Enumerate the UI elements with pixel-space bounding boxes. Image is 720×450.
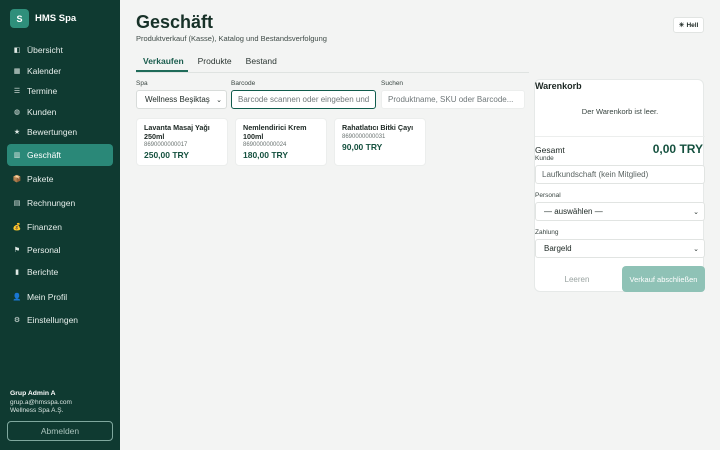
tab-verkaufen[interactable]: Verkaufen bbox=[136, 56, 191, 70]
product-card[interactable]: Nemlendirici Krem 100ml 8690000000024 18… bbox=[235, 118, 327, 166]
barcode-input[interactable]: Barcode scannen oder eingeben und bbox=[231, 90, 376, 109]
staff-select-value: — auswählen — bbox=[544, 207, 603, 216]
sidebar-item-mein-profil[interactable]: 👤 Mein Profil bbox=[7, 287, 113, 307]
sidebar-item-finanzen[interactable]: 💰 Finanzen bbox=[7, 217, 113, 237]
checkout-button[interactable]: Verkauf abschließen bbox=[622, 266, 705, 292]
chevron-down-icon: ⌄ bbox=[693, 245, 699, 253]
package-icon: 📦 bbox=[12, 176, 22, 183]
active-tab-indicator bbox=[136, 70, 188, 72]
cart-title: Warenkorb bbox=[535, 81, 582, 91]
sidebar-item-label: Finanzen bbox=[27, 222, 62, 232]
total-label: Gesamt bbox=[535, 145, 565, 155]
staff-select[interactable]: — auswählen — ⌄ bbox=[535, 202, 705, 221]
product-card[interactable]: Rahatlatıcı Bitki Çayı 8690000000031 90,… bbox=[334, 118, 426, 166]
sidebar-item-label: Kunden bbox=[27, 107, 57, 117]
spa-select-value: Wellness Beşiktaş bbox=[145, 95, 210, 104]
user-email: grup.a@hmsspa.com bbox=[10, 398, 72, 406]
sidebar-item-label: Geschäft bbox=[27, 150, 62, 160]
sidebar-item-label: Bewertungen bbox=[27, 127, 78, 137]
tab-bar: Verkaufen Produkte Bestand bbox=[136, 56, 284, 70]
sidebar-item-rechnungen[interactable]: ▤ Rechnungen bbox=[7, 193, 113, 213]
logout-button[interactable]: Abmelden bbox=[7, 421, 113, 441]
page-title: Geschäft bbox=[136, 12, 214, 32]
chevron-down-icon: ⌄ bbox=[693, 208, 699, 216]
sidebar-item-label: Rechnungen bbox=[27, 198, 76, 208]
sidebar-item-label: Personal bbox=[27, 245, 61, 255]
sidebar-item-label: Kalender bbox=[27, 66, 62, 76]
staff-icon: ⚑ bbox=[13, 247, 21, 254]
gear-icon: ⚙ bbox=[13, 317, 21, 324]
customer-input[interactable]: Laufkundschaft (kein Mitglied) bbox=[535, 165, 705, 184]
sidebar-item-label: Pakete bbox=[27, 174, 54, 184]
total-value: 0,00 TRY bbox=[652, 142, 703, 156]
chevron-down-icon: ⌄ bbox=[216, 96, 222, 104]
sidebar: S HMS Spa ◧ Übersicht ▦ Kalender ☰ Termi… bbox=[0, 0, 120, 450]
sidebar-item-personal[interactable]: ⚑ Personal bbox=[7, 240, 113, 260]
tab-divider bbox=[136, 72, 529, 73]
star-icon: ★ bbox=[13, 129, 21, 136]
overview-icon: ◧ bbox=[13, 47, 21, 54]
sidebar-item-termine[interactable]: ☰ Termine bbox=[7, 81, 113, 101]
profile-icon: 👤 bbox=[12, 294, 22, 301]
clear-cart-button[interactable]: Leeren bbox=[535, 266, 619, 292]
user-company: Wellness Spa A.Ş. bbox=[10, 407, 64, 415]
brand[interactable]: S HMS Spa bbox=[10, 9, 76, 28]
sidebar-item-kalender[interactable]: ▦ Kalender bbox=[7, 61, 113, 81]
sidebar-item-label: Termine bbox=[27, 86, 58, 96]
product-price: 90,00 TRY bbox=[342, 141, 383, 152]
product-name: Nemlendirici Krem 100ml bbox=[243, 123, 307, 141]
sidebar-item-geschaeft[interactable]: ▥ Geschäft bbox=[7, 144, 113, 166]
customers-icon: ◍ bbox=[13, 109, 21, 116]
sidebar-item-uebersicht[interactable]: ◧ Übersicht bbox=[7, 40, 113, 60]
shop-icon: ▥ bbox=[13, 152, 21, 159]
search-input[interactable]: Produktname, SKU oder Barcode... bbox=[381, 90, 525, 109]
product-name: Rahatlatıcı Bitki Çayı bbox=[342, 123, 414, 132]
user-info: Grup Admin A grup.a@hmsspa.com Wellness … bbox=[10, 390, 72, 416]
theme-toggle-button[interactable]: ☀ Hell bbox=[673, 17, 704, 33]
sidebar-item-label: Berichte bbox=[27, 267, 59, 277]
theme-label: Hell bbox=[686, 21, 699, 29]
main-content: Geschäft Produktverkauf (Kasse), Katalog… bbox=[120, 0, 720, 450]
tab-bestand[interactable]: Bestand bbox=[239, 56, 284, 70]
sun-icon: ☀ bbox=[678, 22, 685, 29]
search-label: Suchen bbox=[381, 80, 404, 87]
money-bag-icon: 💰 bbox=[12, 224, 22, 231]
reports-icon: ▮ bbox=[15, 269, 19, 276]
spa-select[interactable]: Wellness Beşiktaş ⌄ bbox=[136, 90, 227, 109]
appointments-icon: ☰ bbox=[13, 88, 21, 95]
user-name: Grup Admin A bbox=[10, 390, 56, 397]
cart-divider bbox=[535, 136, 705, 137]
product-sku: 8690000000017 bbox=[144, 142, 188, 149]
cart-empty-message: Der Warenkorb ist leer. bbox=[581, 107, 659, 116]
product-name: Lavanta Masaj Yağı 250ml bbox=[144, 123, 210, 141]
sidebar-item-bewertungen[interactable]: ★ Bewertungen bbox=[7, 122, 113, 142]
product-price: 180,00 TRY bbox=[243, 150, 289, 161]
sidebar-item-berichte[interactable]: ▮ Berichte bbox=[7, 262, 113, 282]
sidebar-item-kunden[interactable]: ◍ Kunden bbox=[7, 102, 113, 122]
cart-panel: Warenkorb Der Warenkorb ist leer. Gesamt… bbox=[534, 79, 705, 292]
product-sku: 8690000000024 bbox=[243, 142, 287, 149]
payment-label: Zahlung bbox=[535, 229, 559, 236]
payment-select[interactable]: Bargeld ⌄ bbox=[535, 239, 705, 258]
product-card[interactable]: Lavanta Masaj Yağı 250ml 8690000000017 2… bbox=[136, 118, 228, 166]
customer-label: Kunde bbox=[535, 155, 554, 162]
page-subtitle: Produktverkauf (Kasse), Katalog und Best… bbox=[136, 34, 327, 43]
tab-produkte[interactable]: Produkte bbox=[191, 56, 239, 70]
sidebar-item-pakete[interactable]: 📦 Pakete bbox=[7, 169, 113, 189]
brand-logo: S bbox=[10, 9, 29, 28]
staff-label: Personal bbox=[535, 192, 561, 199]
spa-label: Spa bbox=[136, 80, 148, 87]
brand-name: HMS Spa bbox=[35, 13, 77, 24]
product-sku: 8690000000031 bbox=[342, 133, 386, 140]
sidebar-item-label: Mein Profil bbox=[27, 292, 68, 302]
sidebar-item-label: Übersicht bbox=[27, 45, 63, 55]
product-price: 250,00 TRY bbox=[144, 150, 190, 161]
calendar-icon: ▦ bbox=[13, 68, 21, 75]
sidebar-item-einstellungen[interactable]: ⚙ Einstellungen bbox=[7, 310, 113, 330]
payment-select-value: Bargeld bbox=[544, 244, 572, 253]
barcode-label: Barcode bbox=[231, 80, 256, 87]
sidebar-item-label: Einstellungen bbox=[27, 315, 79, 325]
invoice-icon: ▤ bbox=[13, 200, 21, 207]
